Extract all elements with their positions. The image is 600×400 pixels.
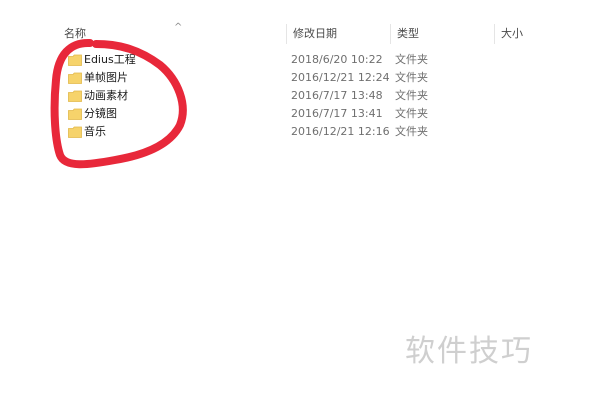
- watermark-text: 软件技巧: [405, 334, 533, 369]
- column-header-size[interactable]: 大小: [494, 24, 552, 44]
- file-row[interactable]: 音乐 2016/12/21 12:16 文件夹: [58, 123, 552, 141]
- column-header-type[interactable]: 类型: [390, 24, 494, 44]
- file-list: Edius工程 2018/6/20 10:22 文件夹 单帧图片 2016/12…: [58, 51, 552, 141]
- file-type: 文件夹: [395, 71, 428, 84]
- file-date: 2016/7/17 13:48: [291, 89, 383, 102]
- file-type: 文件夹: [395, 89, 428, 102]
- file-explorer: 名称 ^ 修改日期 类型 大小 Edius工程 2018/6/20 10:22 …: [0, 0, 600, 400]
- file-type: 文件夹: [395, 107, 428, 120]
- file-row[interactable]: 单帧图片 2016/12/21 12:24 文件夹: [58, 69, 552, 87]
- file-name: 单帧图片: [84, 71, 128, 84]
- file-row[interactable]: 分镜图 2016/7/17 13:41 文件夹: [58, 105, 552, 123]
- file-date: 2016/12/21 12:24: [291, 71, 390, 84]
- file-date: 2018/6/20 10:22: [291, 53, 383, 66]
- file-name: 音乐: [84, 125, 106, 138]
- file-type: 文件夹: [395, 53, 428, 66]
- column-header-name[interactable]: 名称 ^: [58, 22, 286, 44]
- file-date: 2016/7/17 13:41: [291, 107, 383, 120]
- file-name: Edius工程: [84, 53, 136, 66]
- file-date: 2016/12/21 12:16: [291, 125, 390, 138]
- folder-icon: [68, 54, 82, 66]
- file-row[interactable]: Edius工程 2018/6/20 10:22 文件夹: [58, 51, 552, 69]
- column-header-type-label: 类型: [397, 27, 419, 40]
- file-row[interactable]: 动画素材 2016/7/17 13:48 文件夹: [58, 87, 552, 105]
- file-type: 文件夹: [395, 125, 428, 138]
- column-header-name-label: 名称: [64, 27, 86, 40]
- column-header-date-label: 修改日期: [293, 27, 337, 40]
- folder-icon: [68, 108, 82, 120]
- file-name: 动画素材: [84, 89, 128, 102]
- file-name: 分镜图: [84, 107, 117, 120]
- folder-icon: [68, 126, 82, 138]
- column-header-size-label: 大小: [501, 27, 523, 40]
- column-header-row: 名称 ^ 修改日期 类型 大小: [58, 22, 552, 44]
- folder-icon: [68, 90, 82, 102]
- column-header-date[interactable]: 修改日期: [286, 24, 390, 44]
- folder-icon: [68, 72, 82, 84]
- sort-ascending-icon: ^: [174, 22, 183, 33]
